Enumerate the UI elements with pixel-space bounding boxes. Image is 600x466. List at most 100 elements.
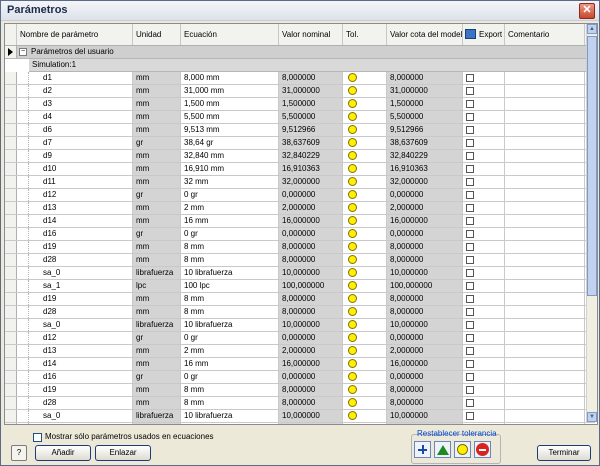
parameter-row[interactable]: d13 mm 2 mm 2,000000 2,000000 <box>5 202 595 215</box>
tolerance-cell[interactable] <box>343 306 387 318</box>
param-nominal[interactable]: 0,000000 <box>279 189 343 201</box>
export-cell[interactable] <box>463 410 505 422</box>
tolerance-cell[interactable] <box>343 345 387 357</box>
param-nominal[interactable]: 32,000000 <box>279 176 343 188</box>
param-unit[interactable]: gr <box>133 371 181 383</box>
param-model[interactable]: 0,000000 <box>387 371 463 383</box>
row-selector[interactable] <box>5 241 17 253</box>
tolerance-cell[interactable] <box>343 124 387 136</box>
column-export[interactable]: Export <box>463 24 505 45</box>
comment-cell[interactable] <box>505 85 585 97</box>
row-selector[interactable] <box>5 176 17 188</box>
help-button[interactable]: ? <box>11 445 27 461</box>
param-nominal[interactable]: 8,000000 <box>279 241 343 253</box>
column-name[interactable]: Nombre de parámetro <box>17 24 133 45</box>
param-nominal[interactable]: 8,000000 <box>279 293 343 305</box>
column-model-value[interactable]: Valor cota del modelo <box>387 24 463 45</box>
param-model[interactable]: 8,000000 <box>387 72 463 84</box>
param-name[interactable]: sa_0 <box>29 410 133 422</box>
tolerance-indicator-icon[interactable] <box>348 229 357 238</box>
export-cell[interactable] <box>463 384 505 396</box>
param-name[interactable]: d12 <box>29 189 133 201</box>
tolerance-cell[interactable] <box>343 85 387 97</box>
param-nominal[interactable]: 10,000000 <box>279 267 343 279</box>
parameter-row[interactable]: d12 gr 0 gr 0,000000 0,000000 <box>5 189 595 202</box>
export-checkbox[interactable] <box>466 217 474 225</box>
parameter-row[interactable]: d4 mm 5,500 mm 5,500000 5,500000 <box>5 111 595 124</box>
param-eq[interactable]: 8 mm <box>181 306 279 318</box>
tolerance-indicator-icon[interactable] <box>348 151 357 160</box>
param-eq[interactable]: 1,500 mm <box>181 98 279 110</box>
param-model[interactable]: 2,000000 <box>387 202 463 214</box>
row-selector[interactable] <box>5 358 17 370</box>
comment-cell[interactable] <box>505 124 585 136</box>
tolerance-cell[interactable] <box>343 319 387 331</box>
tolerance-indicator-icon[interactable] <box>348 255 357 264</box>
row-selector[interactable] <box>5 228 17 240</box>
param-name[interactable]: d19 <box>29 384 133 396</box>
param-nominal[interactable]: 31,000000 <box>279 85 343 97</box>
export-checkbox[interactable] <box>466 399 474 407</box>
tolerance-cell[interactable] <box>343 215 387 227</box>
param-model[interactable]: 31,000000 <box>387 85 463 97</box>
param-name[interactable]: d19 <box>29 241 133 253</box>
parameter-row[interactable]: d7 gr 38,64 gr 38,637609 38,637609 <box>5 137 595 150</box>
comment-cell[interactable] <box>505 241 585 253</box>
param-nominal[interactable]: 10,000000 <box>279 319 343 331</box>
export-cell[interactable] <box>463 98 505 110</box>
parameter-row[interactable]: sa_0 librafuerza 10 librafuerza 10,000000 10… <box>5 319 595 332</box>
tolerance-cell[interactable] <box>343 410 387 422</box>
param-model[interactable]: 8,000000 <box>387 306 463 318</box>
param-nominal[interactable]: 0,000000 <box>279 371 343 383</box>
row-selector[interactable] <box>5 384 17 396</box>
param-name[interactable]: d9 <box>29 150 133 162</box>
parameter-row[interactable]: d19 mm 8 mm 8,000000 8,000000 <box>5 384 595 397</box>
param-unit[interactable]: lpc <box>133 280 181 292</box>
param-unit[interactable]: mm <box>133 241 181 253</box>
export-checkbox[interactable] <box>466 230 474 238</box>
param-model[interactable]: 0,000000 <box>387 228 463 240</box>
parameter-row[interactable]: d16 gr 0 gr 0,000000 0,000000 <box>5 228 595 241</box>
export-cell[interactable] <box>463 215 505 227</box>
param-nominal[interactable]: 1,500000 <box>279 98 343 110</box>
tolerance-cell[interactable] <box>343 293 387 305</box>
export-checkbox[interactable] <box>466 152 474 160</box>
param-unit[interactable]: mm <box>133 397 181 409</box>
group-collapse-toggle[interactable]: − <box>19 48 27 56</box>
export-checkbox[interactable] <box>466 74 474 82</box>
param-unit[interactable]: mm <box>133 358 181 370</box>
column-tolerance[interactable]: Tol. <box>343 24 387 45</box>
export-checkbox[interactable] <box>466 165 474 173</box>
export-checkbox[interactable] <box>466 321 474 329</box>
param-unit[interactable]: gr <box>133 137 181 149</box>
parameter-row[interactable]: d28 mm 8 mm 8,000000 8,000000 <box>5 254 595 267</box>
param-unit[interactable]: gr <box>133 332 181 344</box>
param-unit[interactable]: gr <box>133 189 181 201</box>
tolerance-cell[interactable] <box>343 176 387 188</box>
param-unit[interactable]: mm <box>133 150 181 162</box>
column-equation[interactable]: Ecuación <box>181 24 279 45</box>
export-cell[interactable] <box>463 85 505 97</box>
param-eq[interactable]: 31,000 mm <box>181 85 279 97</box>
export-checkbox[interactable] <box>466 178 474 186</box>
export-checkbox[interactable] <box>466 269 474 277</box>
parameter-row[interactable]: d14 mm 16 mm 16,000000 16,000000 <box>5 215 595 228</box>
tolerance-cell[interactable] <box>343 280 387 292</box>
export-cell[interactable] <box>463 371 505 383</box>
export-cell[interactable] <box>463 254 505 266</box>
parameter-row[interactable]: d14 mm 16 mm 16,000000 16,000000 <box>5 358 595 371</box>
param-eq[interactable]: 0 gr <box>181 371 279 383</box>
parameter-row[interactable]: sa_0 librafuerza 10 librafuerza 10,000000 10… <box>5 267 595 280</box>
vertical-scrollbar[interactable]: ▲ ▼ <box>586 24 597 422</box>
param-eq[interactable]: 2 mm <box>181 345 279 357</box>
comment-cell[interactable] <box>505 319 585 331</box>
param-name[interactable]: d7 <box>29 137 133 149</box>
export-checkbox[interactable] <box>466 347 474 355</box>
param-model[interactable]: 8,000000 <box>387 254 463 266</box>
row-selector[interactable] <box>5 111 17 123</box>
comment-cell[interactable] <box>505 137 585 149</box>
parameter-row[interactable]: d12 gr 0 gr 0,000000 0,000000 <box>5 332 595 345</box>
tolerance-cell[interactable] <box>343 111 387 123</box>
comment-cell[interactable] <box>505 358 585 370</box>
row-selector[interactable] <box>5 254 17 266</box>
